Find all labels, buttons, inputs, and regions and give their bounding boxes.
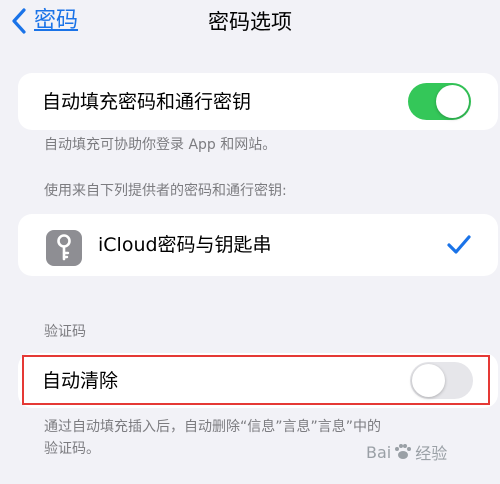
providers-card: iCloud密码与钥匙串 (18, 214, 498, 276)
autofill-footnote: 自动填充可协助你登录 App 和网站。 (44, 137, 277, 153)
verification-footnote-line1: 通过自动填充插入后，自动删除“信息”言息”言息”中的 (44, 419, 382, 435)
page-title: 密码选项 (208, 10, 292, 34)
paw-icon (395, 444, 412, 459)
key-icon (46, 230, 82, 266)
checkmark-icon (447, 235, 471, 254)
toggle-knob (436, 85, 469, 118)
verification-header: 验证码 (44, 324, 86, 340)
navigation-bar: 密码 密码选项 (0, 0, 500, 48)
provider-label: iCloud密码与钥匙串 (98, 234, 272, 256)
watermark-text-b: 经验 (415, 444, 448, 463)
autofill-label: 自动填充密码和通行密钥 (42, 90, 252, 113)
verification-footnote-line2: 验证码。 (44, 441, 100, 457)
highlight-box (22, 355, 490, 405)
watermark: Bai 经验 (366, 440, 447, 464)
autofill-card: 自动填充密码和通行密钥 (18, 73, 498, 130)
providers-header: 使用来自下列提供者的密码和通行密钥: (44, 183, 287, 199)
autofill-toggle[interactable] (408, 83, 471, 120)
watermark-text-a: Bai (366, 442, 392, 462)
provider-item-icloud[interactable]: iCloud密码与钥匙串 (18, 214, 498, 276)
